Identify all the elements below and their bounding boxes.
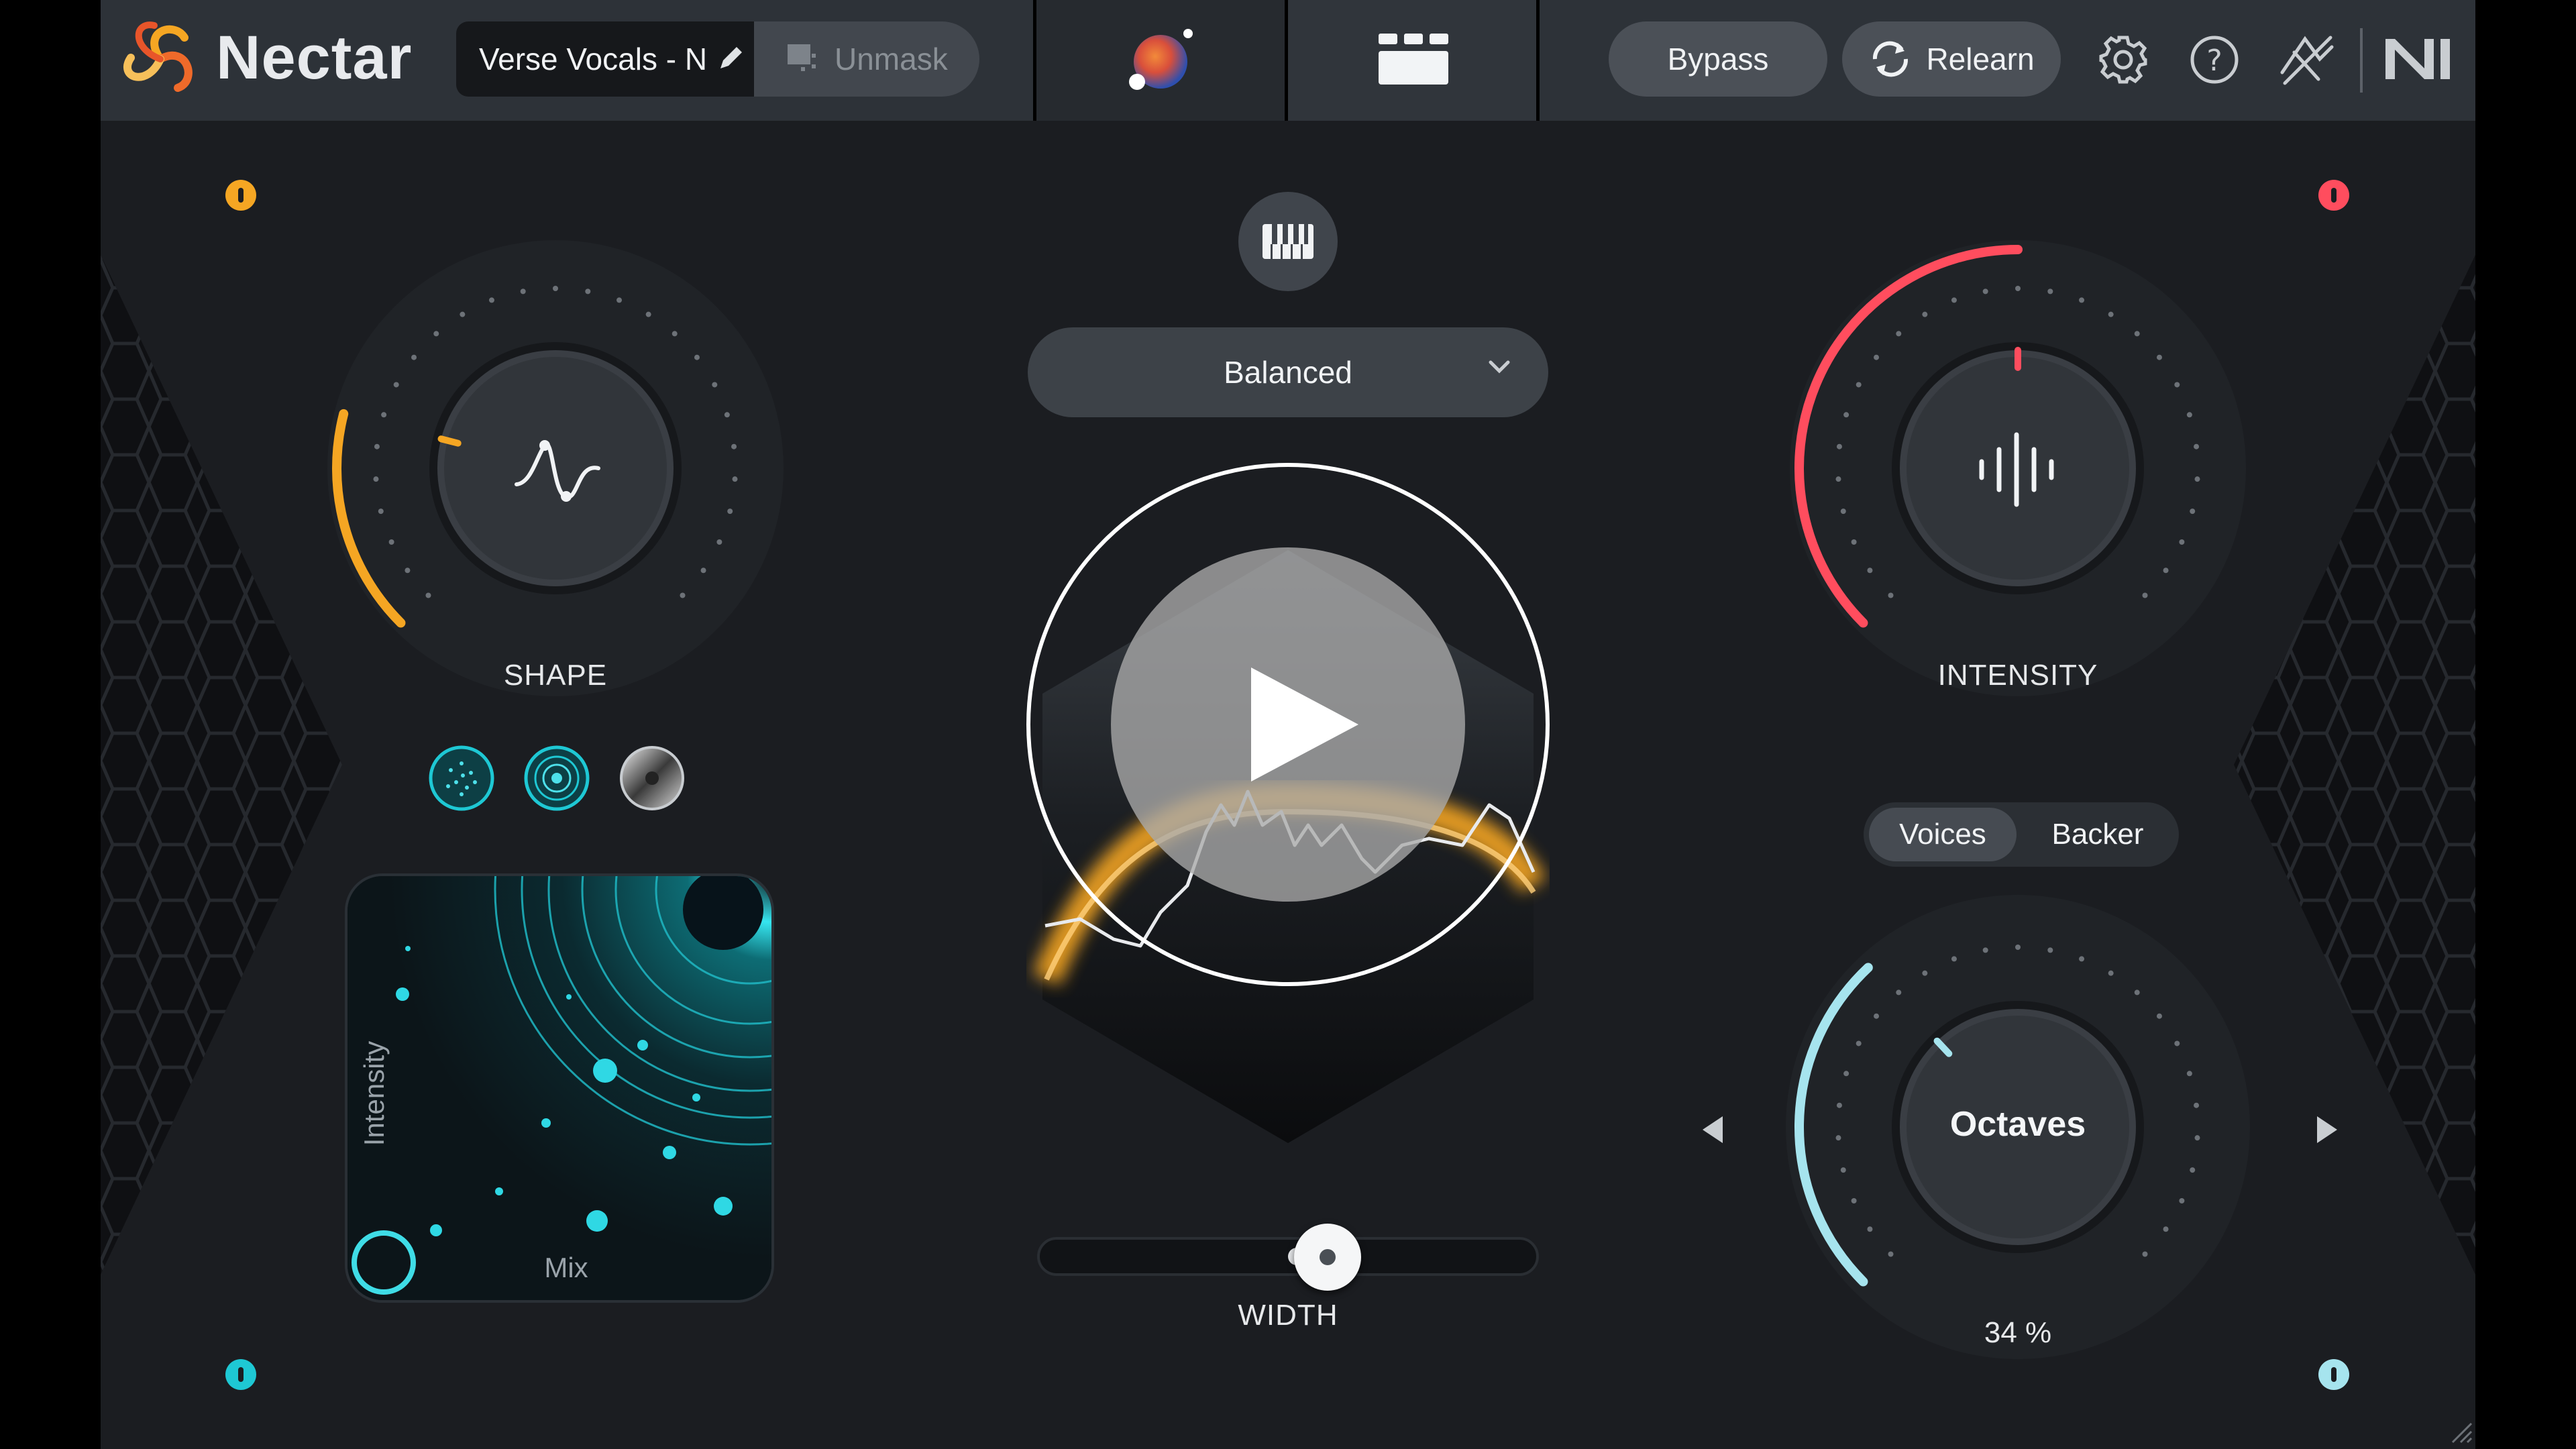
tab-backer[interactable]: Backer [2022, 808, 2174, 861]
xy-x-axis-label: Mix [544, 1252, 588, 1283]
next-arrow-icon[interactable] [2314, 1114, 2341, 1146]
unmask-label: Unmask [835, 42, 948, 76]
piano-keys-icon [1263, 224, 1313, 259]
chevron-down-icon [1488, 360, 1511, 378]
relearn-label: Relearn [1926, 42, 2035, 76]
relearn-button[interactable]: Relearn [1842, 21, 2061, 97]
voices-amount-readout: 34 % [1984, 1316, 2052, 1349]
piano-keys-button[interactable] [1238, 192, 1338, 291]
width-slider-thumb[interactable] [1294, 1224, 1362, 1291]
ozone-link-icon[interactable] [2278, 32, 2336, 87]
resize-grip[interactable] [2449, 1419, 2473, 1444]
style-dropdown-value: Balanced [1224, 355, 1352, 390]
play-button[interactable] [1111, 547, 1465, 902]
app-title: Nectar [216, 23, 413, 92]
shape-indicator-led [225, 180, 256, 211]
help-icon[interactable]: ? [2188, 34, 2241, 86]
intensity-label: INTENSITY [1937, 659, 2098, 692]
waveform-icon [1975, 429, 2065, 510]
tab-voices[interactable]: Voices [1869, 808, 2017, 861]
voices-indicator-led [2318, 1359, 2349, 1390]
xy-y-axis-label: Intensity [358, 1040, 390, 1146]
visualizer-orb-icon[interactable] [1124, 27, 1197, 97]
texture-radial-button[interactable] [617, 743, 687, 813]
shape-curve-icon [511, 429, 605, 510]
play-icon [1244, 667, 1358, 782]
bypass-button[interactable]: Bypass [1609, 21, 1827, 97]
width-slider[interactable] [1037, 1224, 1539, 1291]
gear-icon[interactable] [2097, 34, 2149, 86]
texture-rings-button[interactable] [522, 743, 592, 813]
style-dropdown[interactable]: Balanced [1028, 327, 1548, 417]
pencil-icon[interactable] [716, 43, 746, 76]
previous-arrow-icon[interactable] [1699, 1114, 1725, 1146]
voices-backer-toggle: Voices Backer [1864, 802, 2179, 867]
ni-logo-icon[interactable] [2385, 39, 2450, 79]
shape-label: SHAPE [503, 659, 608, 692]
unmask-icon [785, 42, 821, 77]
header-divider [2360, 28, 2363, 93]
relearn-icon [1868, 39, 1913, 79]
preset-name-text: Verse Vocals - N [479, 42, 708, 76]
xy-pad[interactable]: Intensity Mix [345, 873, 774, 1303]
nectar-plugin-window: Nectar Verse Vocals - N Unmask Bypass Re… [0, 0, 2576, 1449]
intensity-indicator-led [2318, 180, 2349, 211]
xy-indicator-led [225, 1359, 256, 1390]
voices-mode-label: Octaves [1949, 1105, 2086, 1144]
width-label: WIDTH [1238, 1299, 1338, 1332]
texture-dots-button[interactable] [427, 743, 496, 813]
unmask-button[interactable]: Unmask [754, 21, 979, 97]
preset-name-field[interactable]: Verse Vocals - N [456, 21, 754, 97]
grid-view-icon[interactable] [1379, 34, 1448, 85]
nectar-logo-icon [121, 17, 200, 101]
svg-text:?: ? [2206, 44, 2222, 78]
